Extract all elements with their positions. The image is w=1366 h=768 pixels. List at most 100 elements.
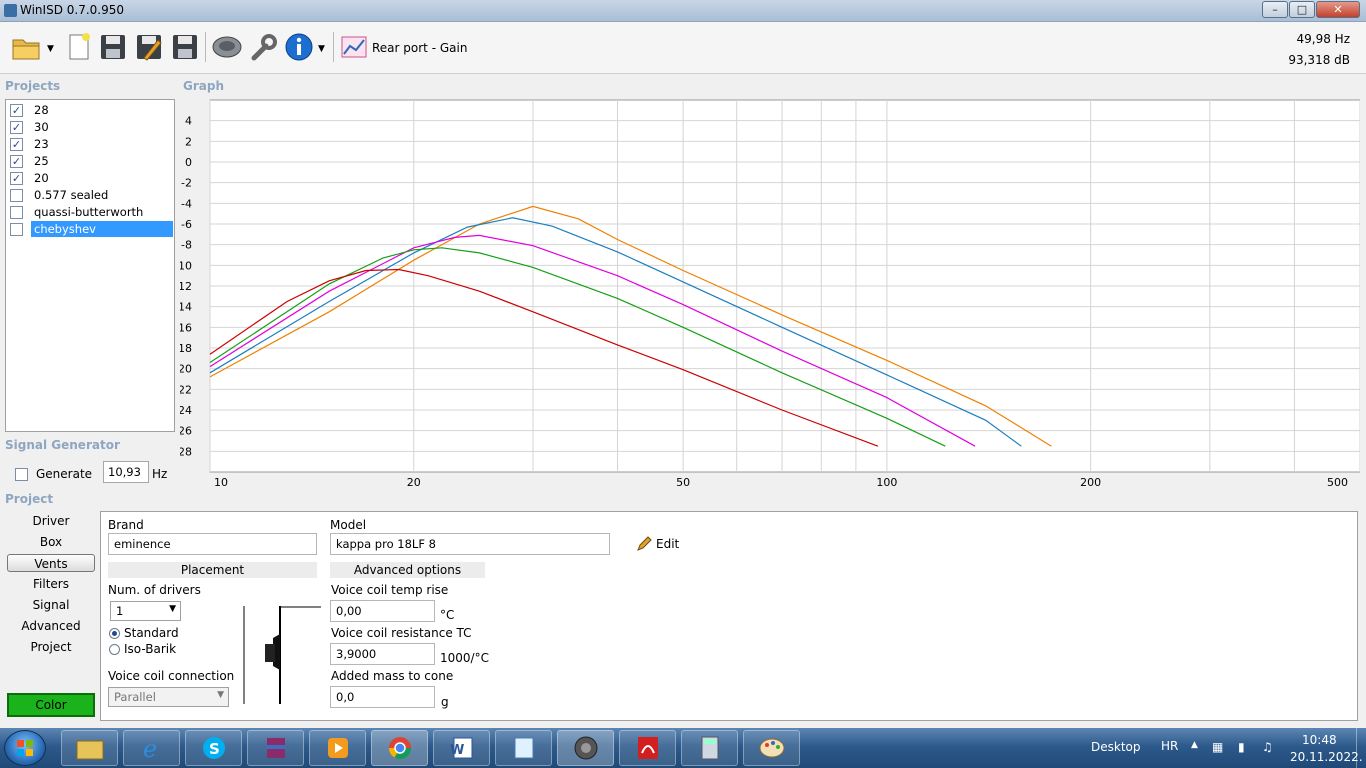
network-icon[interactable]: ▦ (1212, 740, 1223, 754)
taskbar-notes[interactable] (495, 730, 552, 766)
clock-time[interactable]: 10:48 (1302, 733, 1337, 747)
clock-date[interactable]: 20.11.2022. (1290, 750, 1363, 764)
tab-box[interactable]: Box (7, 533, 95, 551)
y-tick-label: -24 (180, 404, 192, 417)
driver-panel: Brand eminence Model kappa pro 18LF 8 Ed… (100, 511, 1358, 721)
list-item[interactable]: 0.577 sealed (8, 187, 173, 203)
y-tick-label: -2 (181, 177, 192, 190)
model-field[interactable]: kappa pro 18LF 8 (330, 533, 610, 555)
taskbar-skype[interactable]: S (185, 730, 242, 766)
isobarik-radio[interactable]: Iso-Barik (109, 642, 176, 656)
project-checkbox[interactable]: ✓ (10, 137, 23, 151)
vc-connection-value: Parallel (114, 690, 156, 704)
tab-vents[interactable]: Vents (7, 554, 95, 572)
language-indicator[interactable]: HR (1161, 739, 1178, 753)
chevron-down-icon[interactable]: ▼ (318, 44, 325, 54)
edit-button[interactable]: Edit (636, 536, 679, 552)
generate-label: Generate (36, 467, 93, 481)
start-button[interactable] (4, 730, 46, 766)
project-label: 0.577 sealed (34, 188, 109, 202)
vc-res-unit: 1000/°C (440, 651, 489, 665)
project-checkbox[interactable]: ✓ (10, 171, 23, 185)
list-item[interactable]: ✓ 20 (8, 170, 173, 186)
taskbar-word[interactable]: W (433, 730, 490, 766)
y-tick-label: -28 (180, 445, 192, 458)
new-project-button[interactable] (62, 30, 96, 64)
list-item[interactable]: ✓ 30 (8, 119, 173, 135)
info-icon (285, 33, 313, 61)
show-desktop-button[interactable] (1356, 728, 1366, 768)
vc-res-field[interactable]: 3,9000 (330, 643, 435, 665)
tab-filters[interactable]: Filters (7, 575, 95, 593)
tab-advanced[interactable]: Advanced (7, 617, 95, 635)
tab-signal[interactable]: Signal (7, 596, 95, 614)
advanced-header: Advanced options (330, 562, 485, 578)
num-drivers-select[interactable]: 1 ▼ (110, 601, 181, 621)
project-checkbox[interactable]: ✓ (10, 120, 23, 134)
taskbar-ie[interactable]: e (123, 730, 180, 766)
taskbar-paint[interactable] (743, 730, 800, 766)
save-all-button[interactable] (168, 30, 202, 64)
list-item[interactable]: ✓ 23 (8, 136, 173, 152)
mass-field[interactable]: 0,0 (330, 686, 435, 708)
project-nav: Driver Box Vents Filters Signal Advanced… (5, 510, 97, 720)
tab-driver[interactable]: Driver (7, 512, 95, 530)
projects-list[interactable]: ✓ 28 ✓ 30 ✓ 23 ✓ 25 ✓ 20 0.577 sealed quassi-… (5, 99, 175, 432)
taskbar-acrobat[interactable] (619, 730, 676, 766)
color-button[interactable]: Color (7, 693, 95, 717)
save-as-button[interactable] (132, 30, 166, 64)
desktop-toolbar[interactable]: Desktop (1091, 740, 1141, 754)
graph-type-button[interactable] (337, 30, 371, 64)
minimize-button[interactable]: – (1262, 1, 1288, 18)
generate-checkbox-row[interactable]: Generate (13, 467, 92, 481)
radio-dot[interactable] (109, 643, 120, 655)
vc-connection-select[interactable]: Parallel ▼ (108, 687, 229, 707)
skype-icon: S (202, 737, 225, 759)
tools-button[interactable] (246, 30, 280, 64)
project-checkbox[interactable] (10, 222, 23, 236)
taskbar-winisd[interactable] (557, 730, 614, 766)
volume-icon[interactable]: ♫ (1262, 740, 1273, 754)
project-label: 30 (34, 120, 49, 134)
open-folder-button[interactable] (10, 30, 44, 64)
generate-checkbox[interactable] (15, 467, 28, 481)
project-checkbox[interactable] (10, 188, 23, 202)
tray-expand-icon[interactable]: ▲ (1191, 740, 1198, 750)
project-checkbox[interactable] (10, 205, 23, 219)
floppy-edit-icon (137, 35, 162, 61)
taskbar-media[interactable] (309, 730, 366, 766)
frequency-input[interactable]: 10,93 (103, 461, 149, 483)
x-tick-label: 200 (1080, 476, 1101, 489)
taskbar-winrar[interactable] (247, 730, 304, 766)
info-button[interactable] (282, 30, 316, 64)
standard-radio[interactable]: Standard (109, 626, 179, 640)
save-button[interactable] (96, 30, 130, 64)
list-item[interactable]: ✓ 25 (8, 153, 173, 169)
vc-temp-label: Voice coil temp rise (331, 583, 449, 597)
paint-icon (759, 738, 784, 758)
taskbar-explorer[interactable] (61, 730, 118, 766)
vc-res-label: Voice coil resistance TC (331, 626, 472, 640)
vc-temp-field[interactable]: 0,00 (330, 600, 435, 622)
brand-field[interactable]: eminence (108, 533, 317, 555)
toolbar: ▼ ▼ Rear port - Gain 49,98 Hz 93,318 dB (0, 22, 1366, 74)
project-checkbox[interactable]: ✓ (10, 103, 23, 117)
list-item[interactable]: chebyshev (8, 221, 173, 237)
response-graph[interactable]: 420-2-4-6-8-10-12-14-16-18-20-22-24-26-2… (180, 98, 1360, 490)
chevron-down-icon[interactable]: ▼ (47, 44, 54, 54)
taskbar-chrome[interactable] (371, 730, 428, 766)
close-button[interactable]: ✕ (1316, 1, 1360, 18)
list-item[interactable]: quassi-butterworth (8, 204, 173, 220)
placement-header: Placement (108, 562, 317, 578)
chevron-down-icon: ▼ (217, 690, 224, 700)
mass-label: Added mass to cone (331, 669, 454, 683)
graph-type-label[interactable]: Rear port - Gain (372, 41, 467, 55)
maximize-button[interactable]: □ (1289, 1, 1315, 18)
signal-icon[interactable]: ▮ (1238, 740, 1245, 754)
project-checkbox[interactable]: ✓ (10, 154, 23, 168)
list-item[interactable]: ✓ 28 (8, 102, 173, 118)
radio-dot[interactable] (109, 627, 120, 639)
driver-editor-button[interactable] (210, 30, 244, 64)
tab-project[interactable]: Project (7, 638, 95, 656)
taskbar-calculator[interactable] (681, 730, 738, 766)
